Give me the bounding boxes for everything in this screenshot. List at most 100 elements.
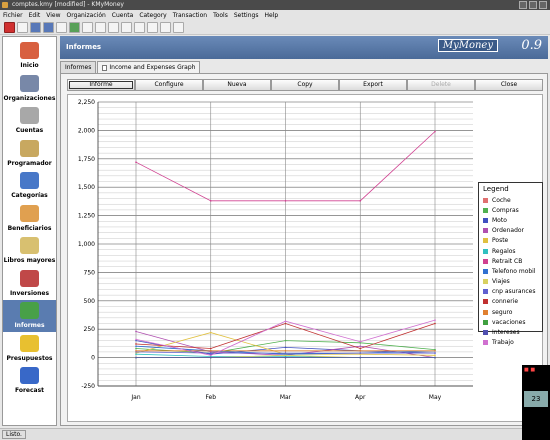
reconcile-icon[interactable] bbox=[121, 22, 132, 33]
delete-button: Delete bbox=[407, 79, 475, 91]
data-point bbox=[135, 330, 137, 333]
sidebar-item-programador[interactable]: Programador bbox=[3, 138, 56, 170]
menu-transaction[interactable]: Transaction bbox=[173, 12, 207, 19]
app-version: 0.9 bbox=[521, 38, 542, 53]
budget-icon bbox=[20, 334, 39, 352]
sidebar-item-presupuestos[interactable]: Presupuestos bbox=[3, 333, 56, 365]
data-point bbox=[359, 345, 362, 348]
legend-swatch bbox=[483, 340, 488, 346]
x-tick-label: Feb bbox=[205, 394, 216, 401]
sidebar-item-label: Programador bbox=[7, 159, 52, 167]
menu-view[interactable]: View bbox=[46, 12, 60, 19]
legend-swatch bbox=[483, 228, 488, 234]
copy-button[interactable]: Copy bbox=[271, 79, 339, 91]
forecast-icon bbox=[20, 367, 39, 384]
scheduler-icon bbox=[20, 139, 39, 157]
sidebar-item-libros-mayores[interactable]: Libros mayores bbox=[3, 235, 56, 267]
x-tick-label: Jan bbox=[130, 394, 140, 401]
legend-label: Coche bbox=[492, 196, 511, 204]
y-tick-label: 250 bbox=[84, 326, 96, 333]
app-icon bbox=[2, 2, 8, 8]
chart-area: 2,250 2,000 1,750 1,500 1,250 1,000 750 500 250 0… bbox=[67, 94, 543, 422]
sidebar-item-inicio[interactable]: Inicio bbox=[3, 40, 56, 72]
status-bar: Listo. bbox=[0, 428, 550, 440]
data-point bbox=[209, 352, 212, 354]
sidebar-item-label: Beneficiarios bbox=[7, 224, 52, 232]
quit-icon[interactable] bbox=[4, 22, 15, 33]
menu-cuenta[interactable]: Cuenta bbox=[112, 12, 134, 19]
tab-graph-label: Income and Expenses Graph bbox=[109, 64, 196, 71]
status-text: Listo. bbox=[2, 430, 26, 439]
data-point bbox=[284, 339, 287, 342]
menu-tools[interactable]: Tools bbox=[213, 12, 228, 19]
menu-fichier[interactable]: Fichier bbox=[3, 12, 23, 19]
data-point bbox=[135, 349, 137, 352]
tab-income-expenses-graph[interactable]: Income and Expenses Graph bbox=[97, 61, 201, 73]
sidebar-item-organizaciones[interactable]: Organizaciones bbox=[3, 73, 56, 105]
close-button[interactable]: Close bbox=[475, 79, 543, 91]
data-point bbox=[284, 200, 287, 202]
legend-item: Moto bbox=[483, 215, 538, 225]
menu-help[interactable]: Help bbox=[264, 12, 278, 19]
legend-swatch bbox=[483, 309, 488, 315]
schedule-icon[interactable] bbox=[134, 22, 145, 33]
page-title: Informes bbox=[66, 43, 102, 51]
nueva-button[interactable]: Nueva bbox=[203, 79, 271, 91]
categories-icon bbox=[20, 172, 39, 189]
legend-label: cnp asurances bbox=[492, 288, 536, 296]
find-transaction-icon[interactable] bbox=[147, 22, 158, 33]
bank-icon bbox=[20, 107, 39, 124]
maximize-button[interactable] bbox=[529, 1, 537, 9]
legend-label: Moto bbox=[492, 216, 507, 224]
y-tick-label: 1,250 bbox=[78, 213, 95, 220]
sidebar-item-beneficiarios[interactable]: Beneficiarios bbox=[3, 203, 56, 235]
legend-label: Viajes bbox=[492, 278, 510, 286]
export-button[interactable]: Export bbox=[339, 79, 407, 91]
y-tick-label: 2,000 bbox=[78, 127, 95, 134]
legend-item: Poste bbox=[483, 236, 538, 246]
menu-edit[interactable]: Edit bbox=[29, 12, 41, 19]
sidebar-item-categor-as[interactable]: Categorías bbox=[3, 170, 56, 202]
sidebar-item-informes[interactable]: Informes bbox=[3, 300, 56, 332]
tab-informes-label: Informes bbox=[65, 64, 92, 71]
new-transaction-icon[interactable] bbox=[95, 22, 106, 33]
payees-icon bbox=[20, 204, 39, 222]
data-point bbox=[359, 340, 362, 343]
sidebar-item-cuentas[interactable]: Cuentas bbox=[3, 105, 56, 137]
legend-item: Intereses bbox=[483, 327, 538, 337]
open-file-icon[interactable] bbox=[30, 22, 41, 33]
sidebar-item-label: Presupuestos bbox=[6, 354, 53, 362]
close-window-button[interactable] bbox=[539, 1, 547, 9]
minimize-button[interactable] bbox=[519, 1, 527, 9]
data-point bbox=[135, 338, 137, 341]
ledger-icon bbox=[20, 237, 39, 254]
menu-organizacion[interactable]: Organización bbox=[66, 12, 105, 19]
legend-swatch bbox=[483, 330, 488, 336]
new-file-icon[interactable] bbox=[17, 22, 28, 33]
legend-label: Compras bbox=[492, 206, 519, 214]
account-icon[interactable] bbox=[173, 22, 184, 33]
new-institution-icon[interactable] bbox=[69, 22, 80, 33]
informe-button[interactable]: Informe bbox=[67, 79, 135, 91]
sidebar-item-inversiones[interactable]: Inversiones bbox=[3, 268, 56, 300]
legend-swatch bbox=[483, 217, 488, 223]
legend-item: Telefono mobil bbox=[483, 266, 538, 276]
sidebar-item-label: Categorías bbox=[11, 192, 48, 199]
new-account-icon[interactable] bbox=[82, 22, 93, 33]
data-point bbox=[135, 356, 137, 359]
sidebar-item-forecast[interactable]: Forecast bbox=[3, 365, 56, 397]
menu-settings[interactable]: Settings bbox=[234, 12, 259, 19]
legend-swatch bbox=[483, 248, 488, 254]
menu-category[interactable]: Category bbox=[139, 12, 166, 19]
print-icon[interactable] bbox=[56, 22, 67, 33]
data-point bbox=[359, 356, 362, 359]
save-icon[interactable] bbox=[43, 22, 54, 33]
reports-icon bbox=[20, 302, 39, 319]
configure-button[interactable]: Configure bbox=[135, 79, 203, 91]
data-point bbox=[359, 349, 362, 352]
legend-item: connerie bbox=[483, 297, 538, 307]
tab-informes[interactable]: Informes bbox=[60, 61, 97, 73]
payee-icon[interactable] bbox=[160, 22, 171, 33]
edit-transaction-icon[interactable] bbox=[108, 22, 119, 33]
chart-legend: Legend Coche Compras Moto Ordenador Poste Reg… bbox=[478, 182, 543, 346]
